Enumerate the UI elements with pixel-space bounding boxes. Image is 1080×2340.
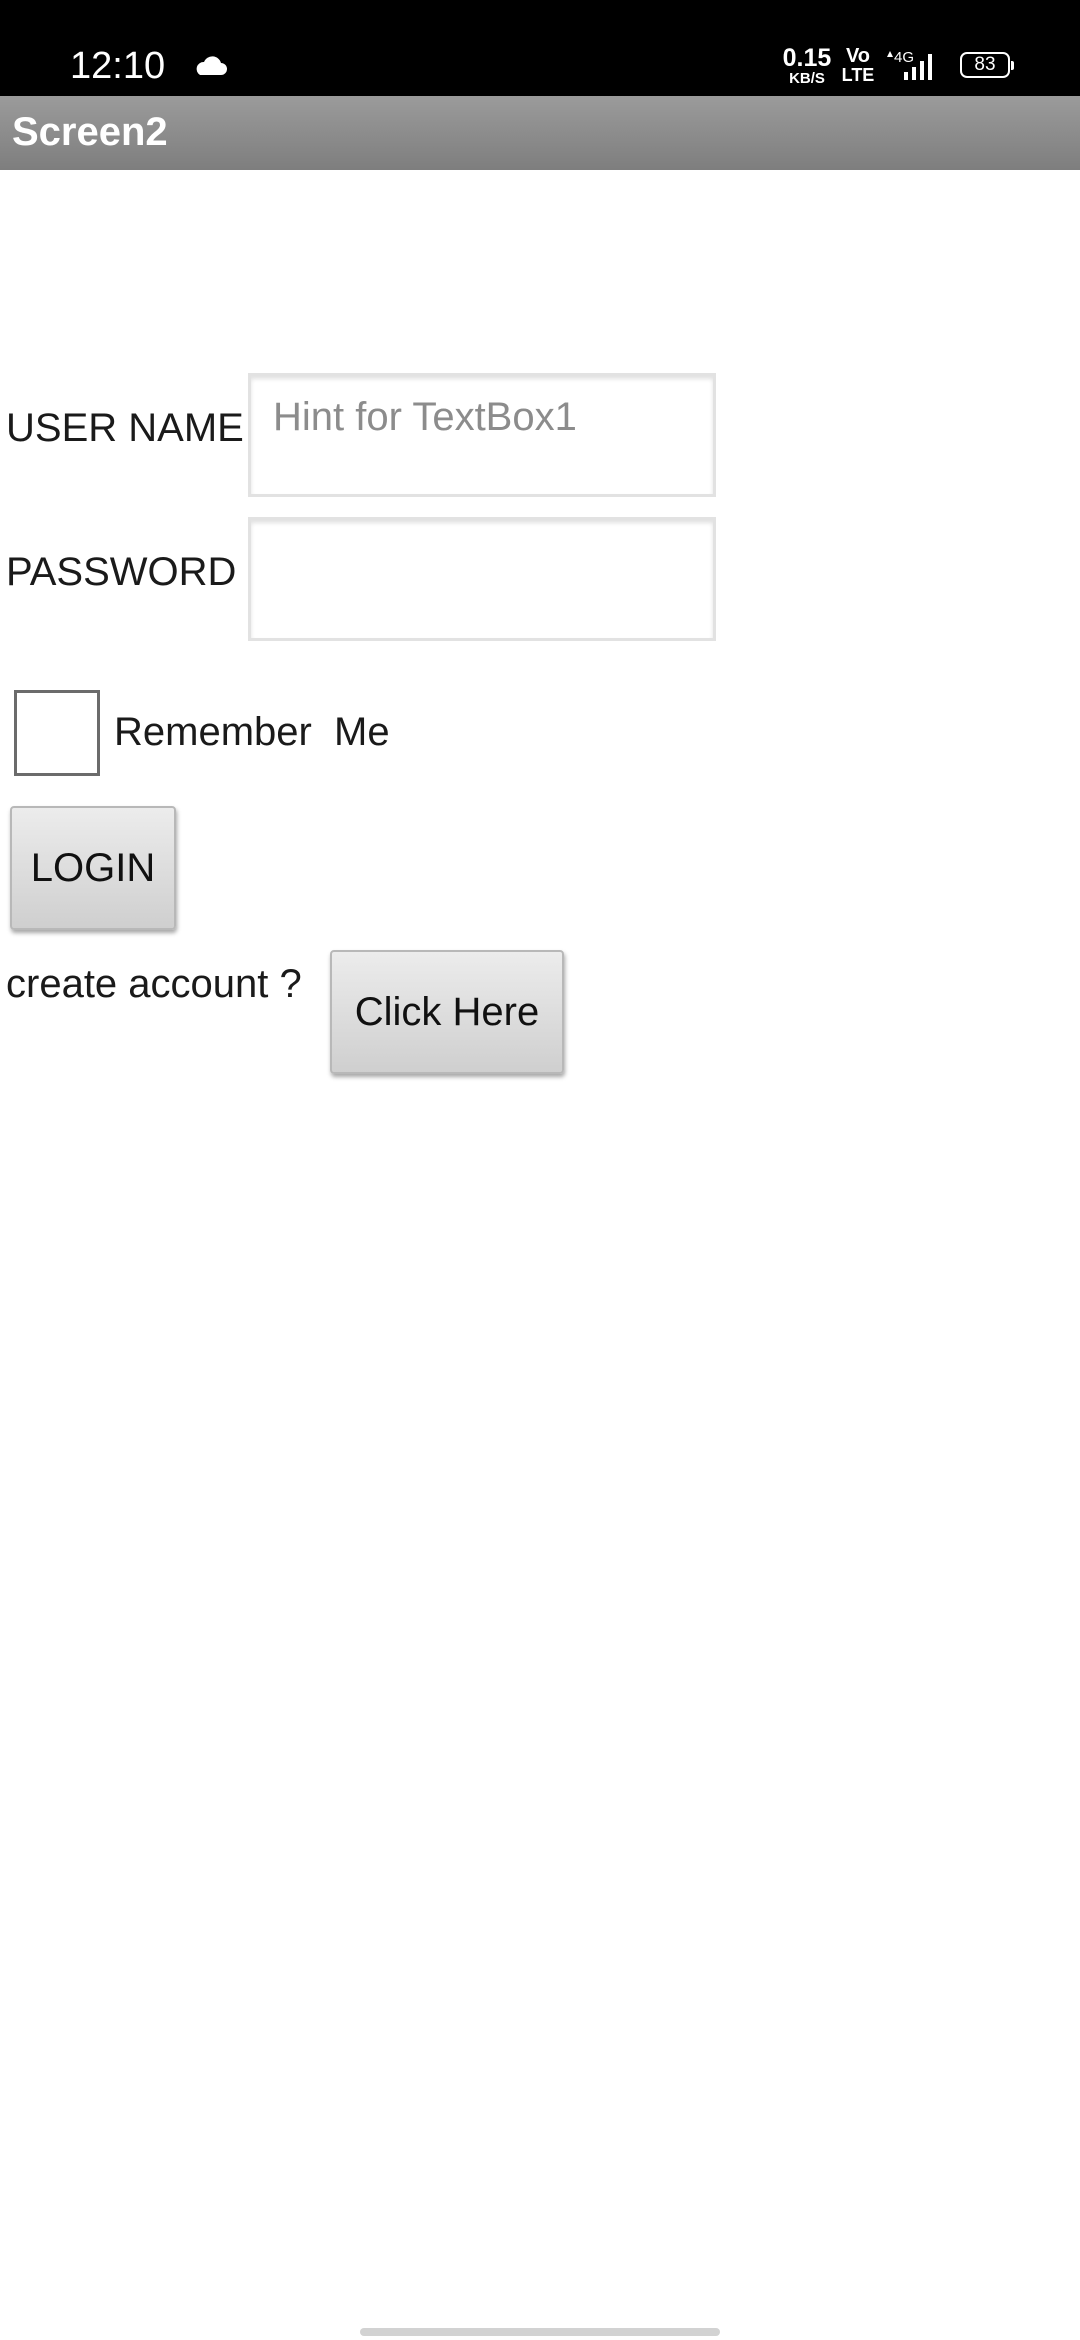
volte-top: Vo: [845, 45, 871, 67]
login-button[interactable]: LOGIN: [10, 806, 176, 930]
password-label: PASSWORD: [6, 550, 237, 594]
status-time: 12:10: [70, 45, 166, 87]
create-account-label: create account ?: [6, 962, 302, 1006]
battery-level: 83: [974, 54, 996, 75]
username-input[interactable]: [248, 373, 716, 497]
volte-bottom: LTE: [841, 65, 875, 85]
username-label: USER NAME: [6, 406, 244, 450]
network-speed-value: 0.15: [782, 44, 832, 72]
status-bar: 12:10 0.15 KB/S Vo LTE 4G 83: [0, 0, 1080, 96]
home-indicator[interactable]: [360, 2328, 720, 2336]
battery-icon: 83: [960, 52, 1014, 78]
volte-indicator: Vo LTE: [838, 46, 878, 84]
remember-me-checkbox[interactable]: [14, 690, 100, 776]
screen-title: Screen2: [12, 110, 168, 154]
network-speed: 0.15 KB/S: [780, 44, 834, 87]
signal-icon: 4G: [887, 49, 932, 80]
click-here-button[interactable]: Click Here: [330, 950, 564, 1074]
network-speed-unit: KB/S: [789, 70, 825, 87]
network-type-label: 4G: [894, 49, 914, 66]
app-title-bar: Screen2: [0, 96, 1080, 170]
remember-me-label[interactable]: Remember Me: [114, 708, 390, 756]
password-input[interactable]: [248, 517, 716, 641]
cloud-icon: [196, 56, 227, 75]
